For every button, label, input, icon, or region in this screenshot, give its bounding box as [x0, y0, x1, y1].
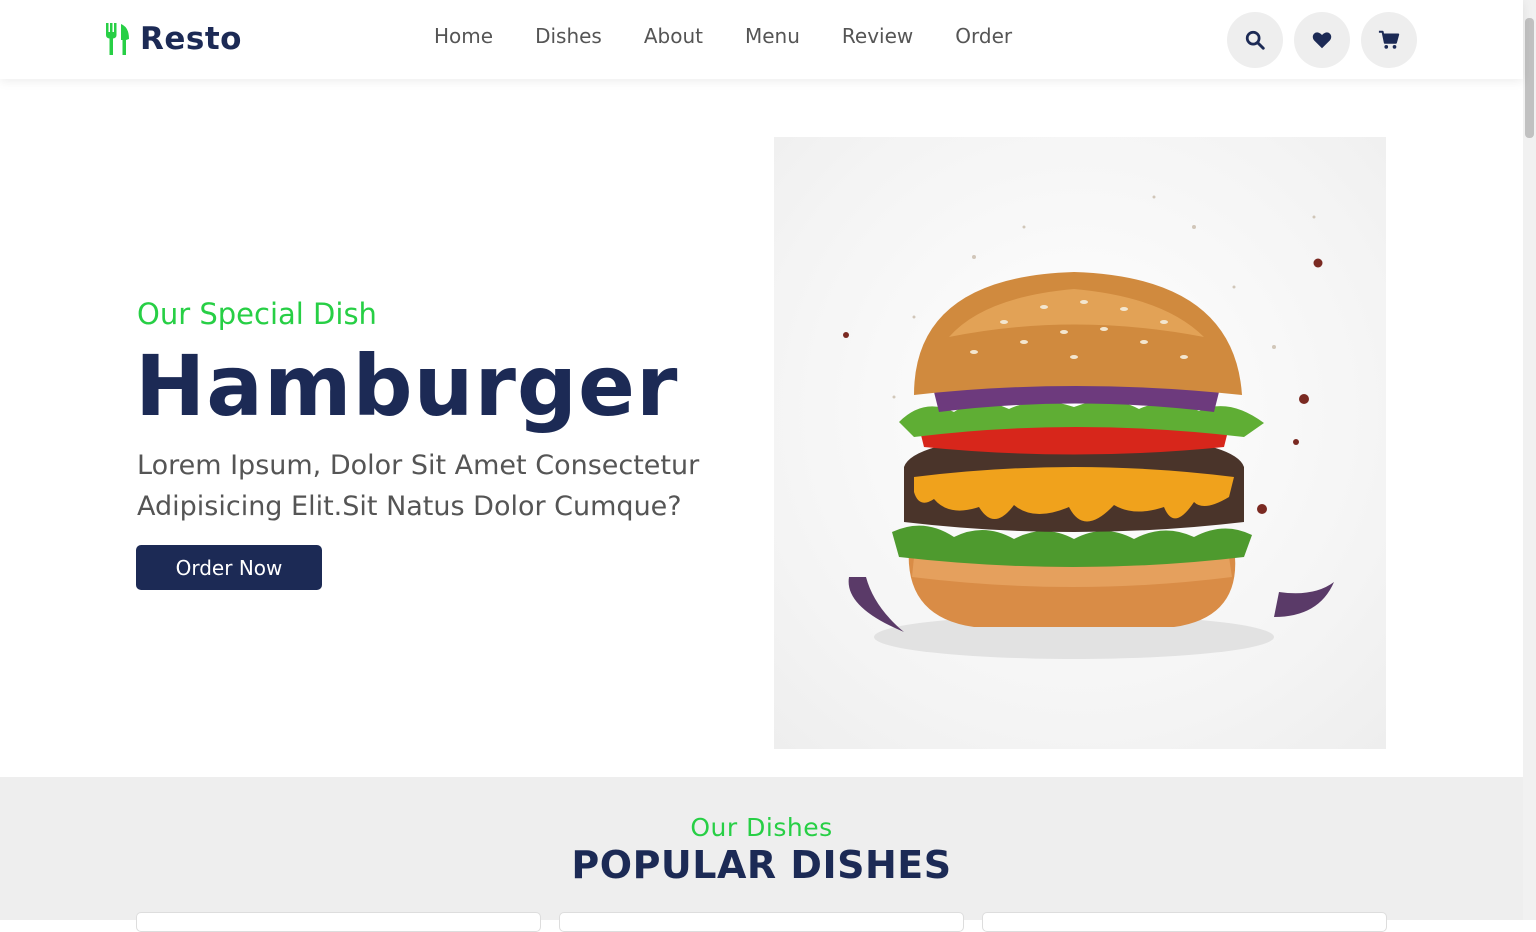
nav-order[interactable]: Order — [955, 24, 1012, 48]
scrollbar-thumb[interactable] — [1525, 18, 1534, 138]
dish-card[interactable] — [982, 912, 1387, 932]
dishes-section: Our Dishes POPULAR DISHES — [0, 777, 1523, 932]
wishlist-button[interactable] — [1294, 12, 1350, 68]
dishes-subtitle: Our Dishes — [690, 813, 833, 842]
cart-button[interactable] — [1361, 12, 1417, 68]
hamburger-image — [774, 137, 1386, 749]
hero-description: Lorem Ipsum, Dolor Sit Amet Consectetur … — [137, 450, 700, 522]
hero-subtitle: Our Special Dish — [137, 297, 377, 331]
nav-home[interactable]: Home — [434, 24, 493, 48]
dish-card[interactable] — [136, 912, 541, 932]
nav-review[interactable]: Review — [842, 24, 913, 48]
site-header: Resto Home Dishes About Menu Review Orde… — [0, 0, 1523, 79]
hero-title: Hamburger — [135, 337, 679, 435]
heart-icon — [1312, 32, 1332, 49]
order-now-button[interactable]: Order Now — [136, 545, 322, 590]
nav-about[interactable]: About — [644, 24, 703, 48]
hamburger-illustration — [843, 195, 1334, 659]
nav-dishes[interactable]: Dishes — [535, 24, 602, 48]
nav-menu[interactable]: Menu — [745, 24, 800, 48]
logo[interactable]: Resto — [104, 21, 242, 57]
hero-section: Our Special Dish Hamburger Lorem Ipsum, … — [0, 79, 1523, 777]
main-nav: Home Dishes About Menu Review Order — [434, 24, 1012, 48]
dishes-title: POPULAR DISHES — [571, 843, 952, 887]
page-scrollbar[interactable] — [1523, 0, 1536, 920]
dish-card[interactable] — [559, 912, 964, 932]
utensils-icon — [106, 23, 129, 55]
logo-text: Resto — [140, 21, 242, 57]
cart-icon — [1378, 30, 1400, 49]
search-icon — [1245, 30, 1265, 50]
header-icons — [1227, 12, 1417, 68]
search-button[interactable] — [1227, 12, 1283, 68]
